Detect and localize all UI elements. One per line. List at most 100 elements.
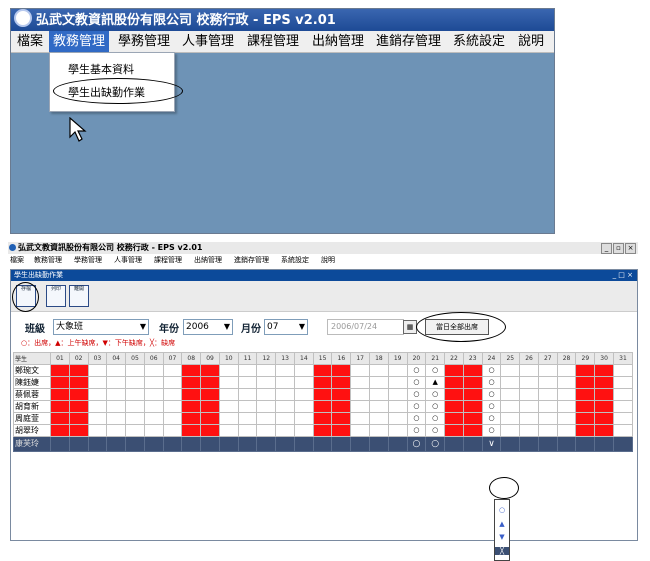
attendance-cell[interactable] [143,423,164,437]
attendance-cell[interactable]: ○ [406,387,427,401]
attendance-cell[interactable] [143,411,164,425]
attendance-cell[interactable] [331,423,352,437]
attendance-cell[interactable] [537,387,558,401]
attendance-cell[interactable] [162,423,183,437]
attendance-cell[interactable] [594,435,614,452]
attendance-cell[interactable] [444,363,464,377]
student-row[interactable]: 胡翠玲 ○ ○ ○ [13,423,634,437]
attendance-cell[interactable] [369,411,389,425]
attendance-cell[interactable] [331,363,352,377]
child-window-controls[interactable]: _ □ × [613,270,633,281]
attendance-cell[interactable] [237,423,258,437]
attendance-cell[interactable] [444,423,464,437]
attendance-cell[interactable] [575,435,596,452]
attendance-cell[interactable] [87,423,108,437]
attendance-cell[interactable]: ○ [481,363,502,377]
attendance-cell[interactable]: ∨ [481,435,502,452]
student-row[interactable]: 胡育新 ○ ○ ○ [13,399,634,413]
attendance-cell[interactable] [68,423,89,437]
attendance-cell[interactable] [500,363,521,377]
attendance-cell[interactable] [237,435,258,452]
attendance-cell[interactable] [462,375,483,389]
attendance-cell[interactable] [519,411,539,425]
attendance-cell[interactable] [387,435,408,452]
attendance-cell[interactable]: ▲ [425,375,446,389]
attendance-cell[interactable] [68,387,89,401]
attendance-cell[interactable] [312,399,333,413]
attendance-cell[interactable] [556,435,577,452]
minimize-icon[interactable]: _ [601,243,612,254]
attendance-cell[interactable] [87,363,108,377]
attendance-cell[interactable] [68,435,89,452]
attendance-cell[interactable] [125,387,145,401]
attendance-cell[interactable] [162,399,183,413]
attendance-cell[interactable] [181,387,202,401]
attendance-cell[interactable] [143,435,164,452]
menu-academic-small[interactable]: 教務管理 [34,255,62,266]
attendance-cell[interactable] [612,363,634,377]
attendance-cell[interactable] [331,387,352,401]
attendance-cell[interactable] [369,435,389,452]
attendance-cell[interactable] [575,375,596,389]
attendance-cell[interactable] [293,435,314,452]
attendance-cell[interactable] [218,363,239,377]
attendance-cell[interactable] [256,363,277,377]
attendance-cell[interactable] [143,375,164,389]
attendance-cell[interactable] [519,375,539,389]
attendance-cell[interactable] [331,411,352,425]
attendance-cell[interactable] [594,423,614,437]
attendance-cell[interactable] [200,423,220,437]
attendance-cell[interactable] [594,387,614,401]
attendance-cell[interactable] [519,363,539,377]
menu-file[interactable]: 檔案 [13,31,47,52]
attendance-cell[interactable] [162,387,183,401]
attendance-cell[interactable] [106,423,127,437]
student-row[interactable]: 康芙玲 ○ ○ ∨ [13,435,634,452]
attendance-cell[interactable] [350,399,371,413]
menu-help[interactable]: 說明 [514,31,548,52]
attendance-cell[interactable] [200,399,220,413]
attendance-cell[interactable] [293,375,314,389]
option-am-absent[interactable]: ▲ [495,520,509,528]
attendance-cell[interactable] [444,435,464,452]
attendance-cell[interactable] [556,375,577,389]
attendance-cell[interactable] [181,423,202,437]
attendance-cell[interactable] [575,411,596,425]
attendance-cell[interactable] [162,363,183,377]
menu-curriculum[interactable]: 課程管理 [243,31,303,52]
attendance-cell[interactable] [106,363,127,377]
attendance-cell[interactable] [462,411,483,425]
attendance-cell[interactable] [369,423,389,437]
attendance-cell[interactable] [594,375,614,389]
attendance-cell[interactable] [50,399,70,413]
attendance-cell[interactable] [293,411,314,425]
attendance-cell[interactable] [50,363,70,377]
attendance-cell[interactable]: ○ [406,375,427,389]
attendance-cell[interactable] [519,387,539,401]
attendance-cell[interactable] [143,363,164,377]
menu-help-small[interactable]: 說明 [321,255,335,266]
menu-academic[interactable]: 教務管理 [49,31,110,52]
attendance-cell[interactable] [444,411,464,425]
attendance-cell[interactable] [200,375,220,389]
attendance-cell[interactable] [68,411,89,425]
attendance-cell[interactable]: ○ [481,387,502,401]
date-field[interactable]: 2006/07/24 [327,319,404,335]
attendance-cell[interactable] [500,411,521,425]
attendance-cell[interactable] [106,387,127,401]
attendance-cell[interactable] [237,411,258,425]
attendance-cell[interactable] [537,399,558,413]
attendance-cell[interactable] [387,399,408,413]
attendance-cell[interactable] [556,363,577,377]
attendance-cell[interactable] [500,375,521,389]
attendance-cell[interactable] [594,363,614,377]
month-select[interactable]: 07 ▼ [264,319,308,335]
attendance-cell[interactable] [275,363,295,377]
attendance-cell[interactable] [293,399,314,413]
attendance-cell[interactable] [256,435,277,452]
attendance-cell[interactable] [612,411,634,425]
attendance-cell[interactable] [125,363,145,377]
attendance-cell[interactable] [125,423,145,437]
attendance-cell[interactable] [612,399,634,413]
attendance-cell[interactable] [519,423,539,437]
